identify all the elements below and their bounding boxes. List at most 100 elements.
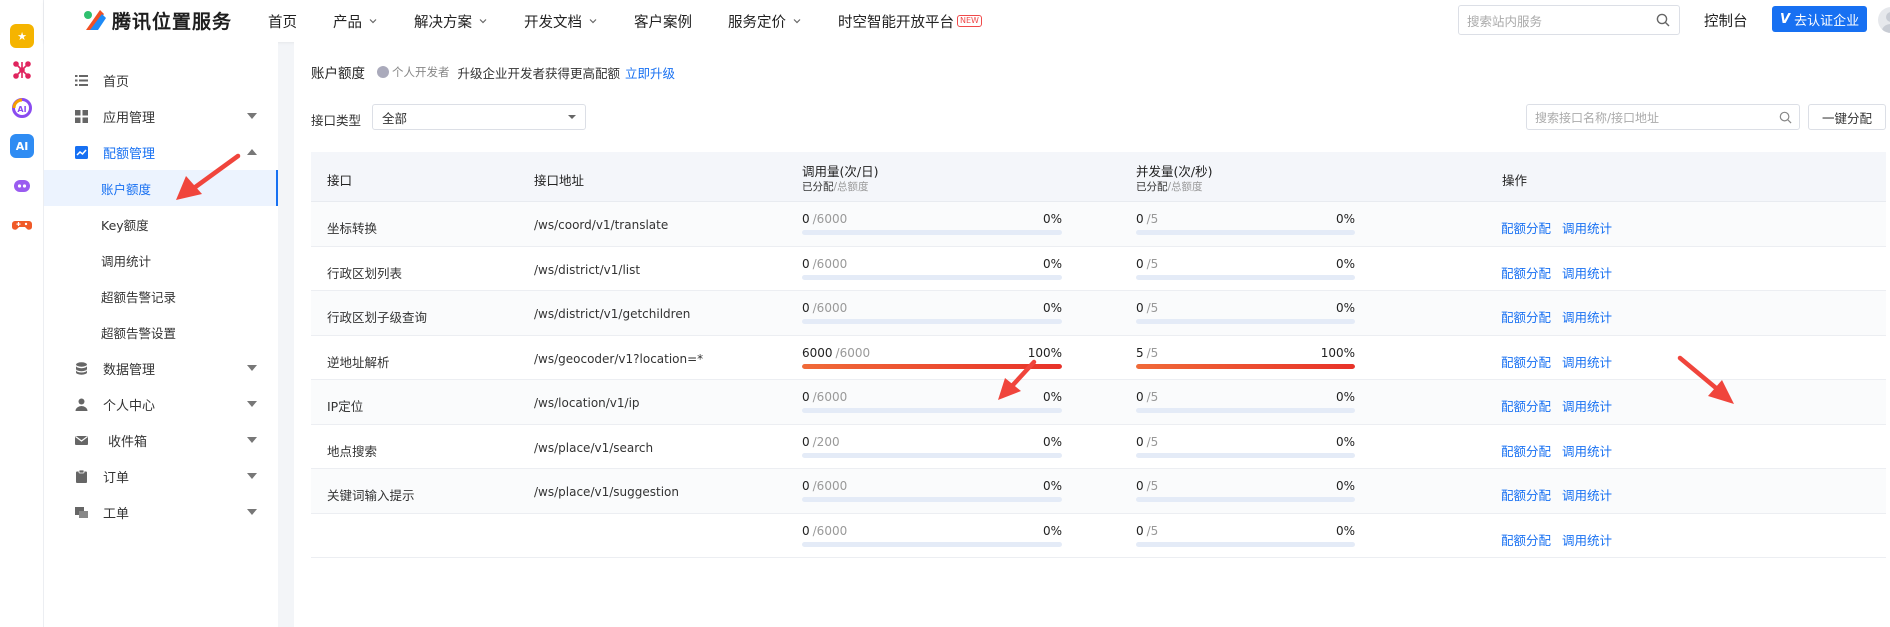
- api-type-select[interactable]: 全部: [372, 104, 586, 130]
- sidebar-subitem-alert-records[interactable]: 超额告警记录: [44, 278, 278, 314]
- concurrency-progress-bar: [1136, 230, 1355, 235]
- allocate-quota-link[interactable]: 配额分配: [1501, 352, 1551, 371]
- caret-down-icon: [568, 115, 576, 119]
- call-stats-link[interactable]: 调用统计: [1562, 263, 1612, 282]
- nav-item[interactable]: 解决方案: [414, 11, 488, 32]
- site-search-input[interactable]: 搜索站内服务: [1458, 5, 1680, 35]
- daily-used: 0: [802, 301, 810, 315]
- daily-percent: 0%: [1042, 434, 1062, 449]
- sidebar-item-quota-management[interactable]: 配额管理: [44, 134, 278, 170]
- nav-item[interactable]: 服务定价: [728, 11, 802, 32]
- call-stats-link[interactable]: 调用统计: [1562, 218, 1612, 237]
- user-avatar[interactable]: [1878, 7, 1890, 33]
- daily-quota-meter: 0/6000 0%: [802, 212, 1062, 235]
- api-search-input[interactable]: 搜索接口名称/接口地址: [1526, 104, 1800, 130]
- call-stats-link[interactable]: 调用统计: [1562, 441, 1612, 460]
- allocate-quota-link[interactable]: 配额分配: [1501, 441, 1551, 460]
- call-stats-link[interactable]: 调用统计: [1562, 352, 1612, 371]
- search-icon[interactable]: [1656, 13, 1670, 27]
- search-icon[interactable]: [1779, 111, 1792, 124]
- concurrency-percent: 0%: [1335, 434, 1355, 449]
- game-app-icon[interactable]: [10, 212, 34, 236]
- table-row: 行政区划子级查询/ws/district/v1/getchildren 0/600…: [311, 291, 1886, 336]
- allocate-quota-link[interactable]: 配额分配: [1501, 218, 1551, 237]
- chevron-down-icon: [793, 19, 801, 24]
- call-stats-link[interactable]: 调用统计: [1562, 396, 1612, 415]
- certify-enterprise-button[interactable]: V 去认证企业: [1772, 6, 1868, 32]
- sidebar-item-inbox[interactable]: 收件箱: [44, 422, 278, 458]
- header-sub-allocated: 已分配: [1136, 181, 1168, 193]
- daily-quota-meter: 0/200 0%: [802, 434, 1062, 458]
- page-header: 账户额度 个人开发者 升级企业开发者获得更高配额 立即升级: [311, 62, 675, 82]
- table-row: 关键词输入提示/ws/place/v1/suggestion 0/6000 0% 0/…: [311, 469, 1886, 514]
- concurrency-quota-value: 0/5: [1136, 435, 1158, 449]
- ai-app-icon[interactable]: AI: [10, 134, 34, 158]
- sidebar-item-app-management[interactable]: 应用管理: [44, 98, 278, 134]
- concurrency-progress-bar: [1136, 541, 1355, 547]
- brand-logo[interactable]: 腾讯位置服务: [80, 6, 232, 34]
- daily-used: 6000: [802, 345, 833, 360]
- sidebar-item-label: 应用管理: [103, 110, 156, 126]
- top-navbar: 腾讯位置服务 首页 产品 解决方案 开发文档 客户案例 服务定价 时空智能开放平台 NEW 搜…: [44, 0, 1890, 42]
- network-app-icon[interactable]: [10, 58, 34, 82]
- daily-quota-value: 0/6000: [802, 301, 847, 315]
- sidebar-subitem-account-quota[interactable]: 账户额度: [44, 170, 278, 206]
- page-title: 账户额度: [311, 66, 365, 82]
- mail-icon: [75, 436, 88, 445]
- allocate-quota-link[interactable]: 配额分配: [1501, 396, 1551, 415]
- console-link[interactable]: 控制台: [1704, 10, 1748, 31]
- one-click-allocate-button[interactable]: 一键分配: [1808, 104, 1886, 130]
- sidebar-item-data-management[interactable]: 数据管理: [44, 350, 278, 386]
- nav-item[interactable]: 首页: [268, 11, 297, 32]
- user-icon: [75, 398, 88, 411]
- nav-item[interactable]: 开发文档: [524, 11, 598, 32]
- sidebar-item-personal-center[interactable]: 个人中心: [44, 386, 278, 422]
- nav-item[interactable]: 产品: [333, 11, 378, 32]
- concurrency-used: 0: [1136, 212, 1144, 226]
- sidebar-item-tickets[interactable]: 工单: [44, 494, 278, 530]
- daily-percent: 0%: [1042, 301, 1062, 315]
- call-stats-link[interactable]: 调用统计: [1562, 307, 1612, 326]
- concurrency-total: /5: [1146, 479, 1159, 493]
- concurrency-quota-meter: 0/5 0%: [1136, 523, 1355, 547]
- sidebar-subitem-call-stats[interactable]: 调用统计: [44, 242, 278, 278]
- daily-quota-value: 6000/6000: [802, 346, 870, 360]
- daily-percent: 0%: [1042, 212, 1062, 226]
- allocate-quota-link[interactable]: 配额分配: [1501, 530, 1551, 549]
- sidebar-item-home[interactable]: 首页: [44, 62, 278, 98]
- chevron-down-icon: [369, 19, 377, 24]
- developer-type-label: 个人开发者: [392, 65, 450, 79]
- nav-item[interactable]: 客户案例: [634, 11, 692, 32]
- upgrade-link[interactable]: 立即升级: [625, 63, 675, 82]
- sidebar-subitem-key-quota[interactable]: Key额度: [44, 206, 278, 242]
- api-type-label: 接口类型: [311, 113, 362, 128]
- header-sub-total: /总额度: [833, 181, 869, 193]
- sidebar-subitem-label: 账户额度: [101, 181, 152, 197]
- call-stats-link[interactable]: 调用统计: [1562, 530, 1612, 549]
- daily-total: /200: [812, 434, 840, 449]
- daily-progress-bar: [802, 408, 1062, 413]
- api-path: /ws/place/v1/suggestion: [534, 485, 679, 499]
- allocate-quota-link[interactable]: 配额分配: [1501, 307, 1551, 326]
- call-stats-link[interactable]: 调用统计: [1562, 485, 1612, 504]
- sidebar-subitem-alert-settings[interactable]: 超额告警设置: [44, 314, 278, 350]
- concurrency-quota-meter: 0/5 0%: [1136, 301, 1355, 324]
- daily-total: /6000: [812, 479, 848, 493]
- concurrency-used: 0: [1136, 523, 1144, 538]
- brand-logo-icon: [80, 6, 108, 34]
- sidebar-subitem-label: 超额告警记录: [101, 289, 177, 305]
- sidebar-item-orders[interactable]: 订单: [44, 458, 278, 494]
- ai-ring-app-icon[interactable]: AI: [10, 96, 34, 120]
- concurrency-used: 0: [1136, 256, 1144, 271]
- allocate-quota-link[interactable]: 配额分配: [1501, 485, 1551, 504]
- daily-total: /6000: [835, 345, 871, 360]
- star-app-icon[interactable]: ★: [10, 24, 34, 48]
- allocate-quota-link[interactable]: 配额分配: [1501, 263, 1551, 282]
- quota-table: 接口 接口地址 调用量(次/日) 已分配/总额度 并发量(次/秒) 已分配/总额…: [311, 152, 1886, 558]
- nav-item[interactable]: 时空智能开放平台 NEW: [838, 11, 982, 32]
- bot-app-icon[interactable]: [10, 173, 34, 197]
- main-nav: 首页 产品 解决方案 开发文档 客户案例 服务定价 时空智能开放平台 NEW: [268, 0, 1018, 42]
- daily-percent: 0%: [1042, 479, 1062, 493]
- daily-quota-meter: 0/6000 0%: [802, 257, 1062, 280]
- app-dock: ★ AI AI: [0, 0, 44, 627]
